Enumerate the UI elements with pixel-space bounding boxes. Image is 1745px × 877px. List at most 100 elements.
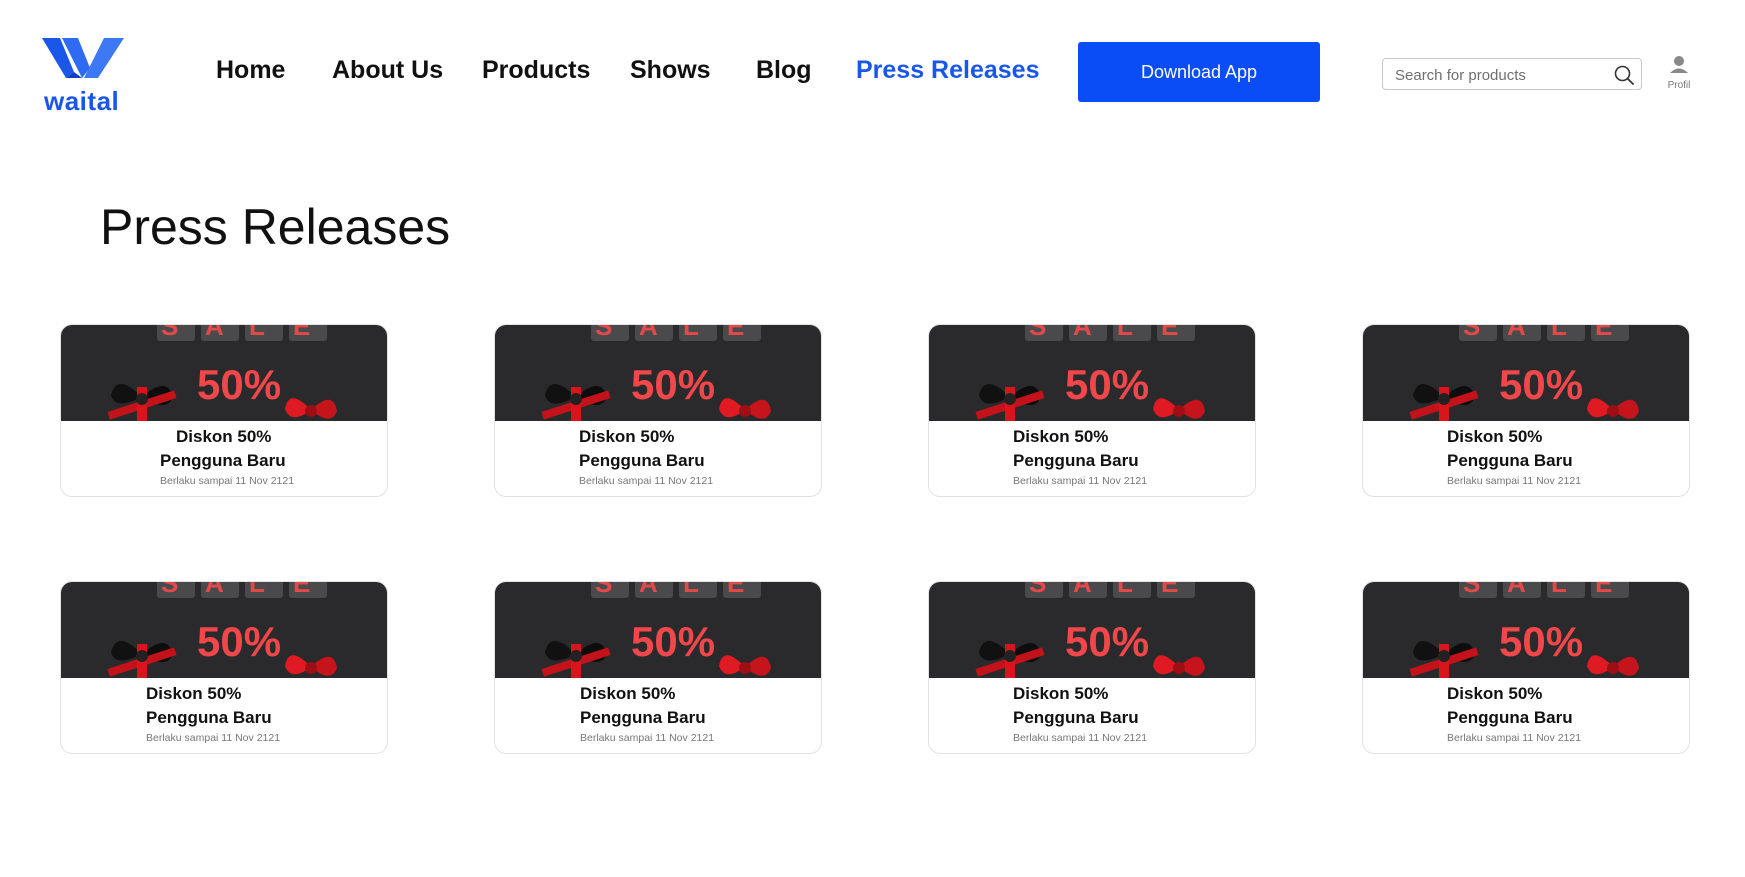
sale-bag: E — [1591, 582, 1629, 598]
gift-bow-icon — [541, 383, 611, 421]
brand-logo[interactable]: waital — [40, 34, 126, 116]
search-input[interactable] — [1393, 59, 1607, 91]
sale-letter: S — [595, 582, 613, 598]
nav-press-releases[interactable]: Press Releases — [856, 56, 1039, 85]
card-title-line2: Pengguna Baru — [1013, 451, 1139, 470]
sale-bag: E — [289, 582, 327, 598]
card-title-line2: Pengguna Baru — [580, 708, 706, 727]
card-subtitle: Berlaku sampai 11 Nov 2121 — [580, 732, 715, 744]
gift-bow-icon — [1153, 655, 1205, 676]
card-title-line1: Diskon 50% — [1447, 427, 1543, 446]
sale-letter: S — [1029, 325, 1047, 341]
gift-bow-icon — [1587, 398, 1639, 419]
sale-letter: S — [1029, 582, 1047, 598]
sale-bag: L — [1113, 325, 1151, 341]
sale-letter: A — [1507, 582, 1526, 598]
sale-bag: E — [1591, 325, 1629, 341]
discount-percent: 50% — [631, 361, 716, 408]
sale-bag: E — [1157, 582, 1195, 598]
card-subtitle: Berlaku sampai 11 Nov 2121 — [1447, 475, 1582, 487]
card-title-line1: Diskon 50% — [580, 684, 676, 703]
sale-bag: L — [679, 325, 717, 341]
download-app-button[interactable]: Download App — [1078, 42, 1320, 102]
sale-bag: S — [1459, 582, 1497, 598]
press-release-card[interactable]: S A L E 50% Diskon 50% Pengguna Baru Ber… — [494, 324, 822, 497]
sale-bag: S — [157, 325, 195, 341]
promo-image: S A L E 50% — [1363, 325, 1689, 421]
discount-percent: 50% — [197, 618, 282, 665]
nav-products[interactable]: Products — [482, 56, 590, 85]
card-subtitle: Berlaku sampai 11 Nov 2121 — [1447, 732, 1582, 744]
gift-bow-icon — [541, 640, 611, 678]
sale-letter: E — [727, 582, 745, 598]
search-icon[interactable] — [1613, 64, 1635, 86]
sale-letter: E — [293, 582, 311, 598]
sale-bag: E — [723, 325, 761, 341]
sale-letter: E — [1595, 325, 1613, 341]
promo-image: S A L E 50% — [61, 325, 387, 421]
press-release-card[interactable]: S A L E 50% Diskon 50% Pengguna Baru Ber… — [928, 324, 1256, 497]
page-title: Press Releases — [100, 199, 451, 255]
sale-letter: A — [205, 582, 224, 598]
promo-image: S A L E 50% — [495, 582, 821, 678]
sale-bag: A — [1503, 582, 1541, 598]
press-release-card[interactable]: S A L E 50% Diskon 50% Pengguna Baru Ber… — [494, 581, 822, 754]
sale-bag: L — [679, 582, 717, 598]
user-icon — [1670, 56, 1688, 73]
sale-bag: A — [1069, 582, 1107, 598]
promo-image: S A L E 50% — [929, 582, 1255, 678]
gift-bow-icon — [107, 640, 177, 678]
profile-label: Profil — [1667, 80, 1691, 91]
card-title-line2: Pengguna Baru — [160, 451, 286, 470]
brand-name: waital — [44, 86, 120, 116]
sale-bag: E — [1157, 325, 1195, 341]
waital-logo-icon — [42, 38, 124, 78]
promo-image: S A L E 50% — [1363, 582, 1689, 678]
card-title-line2: Pengguna Baru — [1447, 708, 1573, 727]
sale-letter: E — [727, 325, 745, 341]
gift-bow-icon — [1409, 383, 1479, 421]
sale-letter: L — [1551, 325, 1567, 341]
nav-about-us[interactable]: About Us — [332, 56, 443, 85]
sale-letter: S — [161, 582, 179, 598]
card-title-line2: Pengguna Baru — [1013, 708, 1139, 727]
promo-image: S A L E 50% — [495, 325, 821, 421]
card-subtitle: Berlaku sampai 11 Nov 2121 — [160, 475, 295, 487]
sale-bag: S — [157, 582, 195, 598]
sale-letter: L — [249, 582, 265, 598]
nav-blog[interactable]: Blog — [756, 56, 812, 85]
sale-bag: A — [201, 582, 239, 598]
nav-home[interactable]: Home — [216, 56, 285, 85]
sale-letter: S — [1463, 582, 1481, 598]
sale-letter: E — [1161, 582, 1179, 598]
gift-bow-icon — [1153, 398, 1205, 419]
promo-image: S A L E 50% — [929, 325, 1255, 421]
gift-bow-icon — [719, 398, 771, 419]
sale-letter: A — [1507, 325, 1526, 341]
press-release-card[interactable]: S A L E 50% Diskon 50% Pengguna Baru Ber… — [1362, 324, 1690, 497]
card-subtitle: Berlaku sampai 11 Nov 2121 — [1013, 475, 1148, 487]
press-release-card[interactable]: S A L E 50% Diskon 50% Pengguna Baru Ber… — [1362, 581, 1690, 754]
sale-bag: L — [1113, 582, 1151, 598]
gift-bow-icon — [719, 655, 771, 676]
press-release-card[interactable]: S A L E 50% Diskon 50% Pengguna Baru Ber… — [60, 324, 388, 497]
nav-shows[interactable]: Shows — [630, 56, 711, 85]
profile-button[interactable]: Profil — [1660, 54, 1698, 96]
gift-bow-icon — [107, 383, 177, 421]
sale-bag: A — [1503, 325, 1541, 341]
gift-bow-icon — [1409, 640, 1479, 678]
sale-bag: A — [635, 325, 673, 341]
card-title-line2: Pengguna Baru — [146, 708, 272, 727]
gift-bow-icon — [285, 398, 337, 419]
sale-bag: A — [1069, 325, 1107, 341]
card-title-line2: Pengguna Baru — [579, 451, 705, 470]
press-release-card[interactable]: S A L E 50% Diskon 50% Pengguna Baru Ber… — [60, 581, 388, 754]
gift-bow-icon — [975, 640, 1045, 678]
sale-letter: E — [293, 325, 311, 341]
card-title-line1: Diskon 50% — [146, 684, 242, 703]
sale-letter: L — [1551, 582, 1567, 598]
press-release-card[interactable]: S A L E 50% Diskon 50% Pengguna Baru Ber… — [928, 581, 1256, 754]
card-title-line1: Diskon 50% — [1447, 684, 1543, 703]
discount-percent: 50% — [631, 618, 716, 665]
sale-letter: E — [1595, 582, 1613, 598]
